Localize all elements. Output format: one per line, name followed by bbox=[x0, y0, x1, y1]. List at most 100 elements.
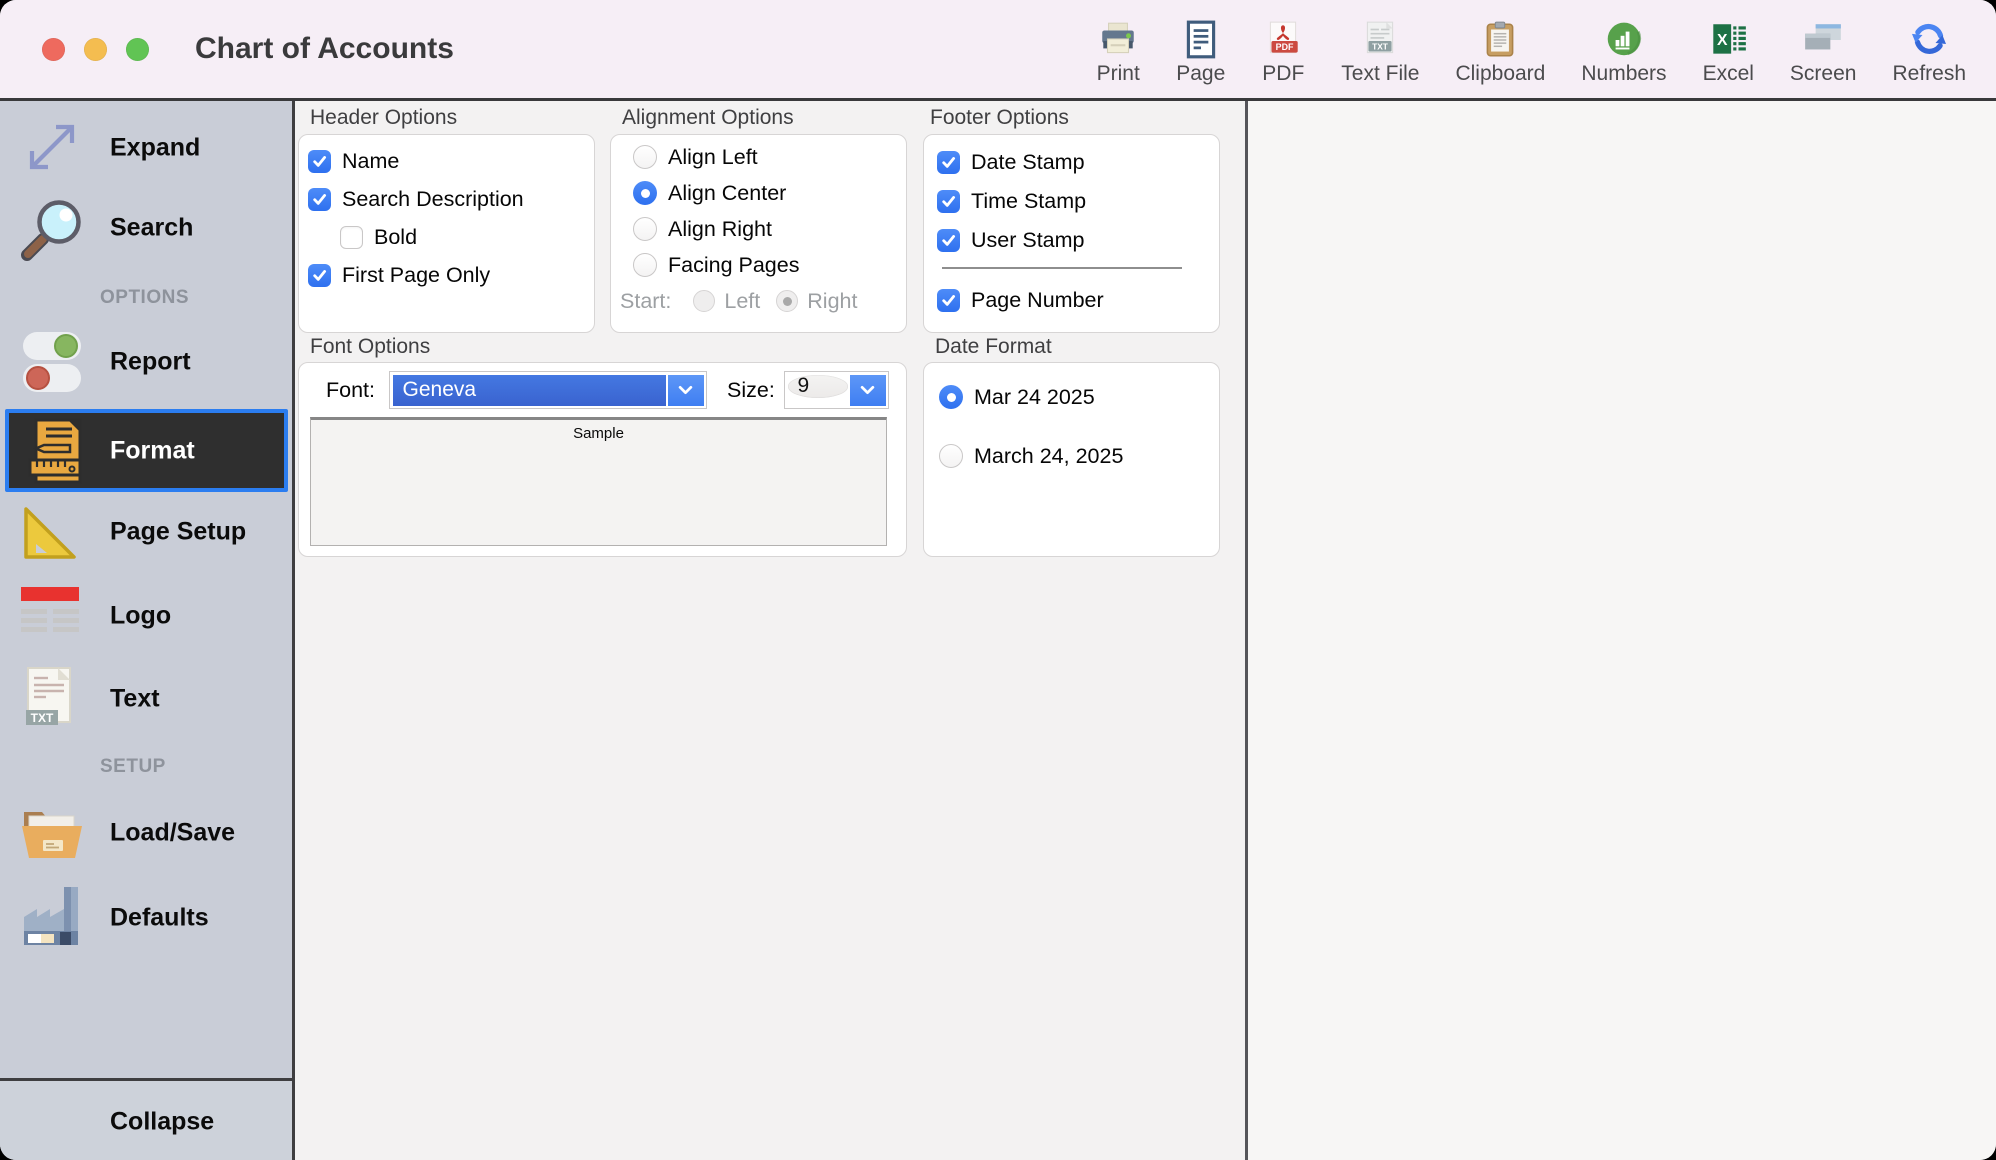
checkbox-checked[interactable] bbox=[308, 188, 331, 211]
chevron-down-icon[interactable] bbox=[668, 375, 704, 406]
sidebar-item-label: Logo bbox=[110, 602, 171, 631]
radio-selected[interactable] bbox=[633, 181, 657, 205]
radio-unselected[interactable] bbox=[633, 217, 657, 241]
start-option-label: Right bbox=[807, 289, 857, 314]
sidebar-section-header-setup: SETUP bbox=[100, 756, 166, 778]
footer-divider bbox=[942, 267, 1182, 269]
radio-row-align-center: Align Center bbox=[611, 175, 906, 211]
radio-label: Facing Pages bbox=[668, 253, 799, 278]
toolbar-button-refresh[interactable]: Refresh bbox=[1892, 19, 1966, 86]
checkbox-row-time-stamp: Time Stamp bbox=[924, 182, 1219, 221]
toolbar-button-textfile[interactable]: TXTText File bbox=[1341, 19, 1419, 86]
size-select[interactable]: 9 bbox=[784, 371, 889, 409]
start-option-left: Left bbox=[693, 289, 760, 314]
sidebar-item-label: Collapse bbox=[110, 1108, 214, 1137]
checkbox-row-page-number: Page Number bbox=[924, 281, 1219, 320]
checkbox-checked[interactable] bbox=[937, 151, 960, 174]
refresh-icon bbox=[1907, 19, 1951, 61]
radio-selected[interactable] bbox=[939, 385, 963, 409]
svg-text:X: X bbox=[1717, 32, 1728, 49]
font-sample-preview: Sample bbox=[310, 417, 887, 546]
window-title: Chart of Accounts bbox=[195, 32, 454, 66]
radio-row-march-24-2025: March 24, 2025 bbox=[924, 436, 1219, 476]
checkbox-checked[interactable] bbox=[937, 190, 960, 213]
toolbar-button-label: Refresh bbox=[1892, 62, 1966, 86]
radio-label: March 24, 2025 bbox=[974, 444, 1123, 469]
checkbox-label: Time Stamp bbox=[971, 189, 1086, 214]
font-select-value: Geneva bbox=[393, 375, 667, 406]
checkbox-checked[interactable] bbox=[308, 150, 331, 173]
sidebar-item-collapse[interactable]: Collapse bbox=[0, 1078, 292, 1160]
date-format-panel: Mar 24 2025 March 24, 2025 bbox=[923, 362, 1220, 557]
start-label: Start: bbox=[620, 289, 671, 314]
sidebar-section-header-options: OPTIONS bbox=[100, 287, 189, 309]
font-select[interactable]: Geneva bbox=[389, 371, 707, 409]
start-option-right: Right bbox=[776, 289, 857, 314]
font-options-panel: Font: Geneva Size: 9 Sample bbox=[298, 362, 907, 557]
format-document-icon bbox=[22, 418, 94, 484]
sidebar-item-search[interactable]: Search bbox=[0, 193, 292, 263]
report-preview-pane bbox=[1245, 101, 1996, 1160]
zoom-window-button[interactable] bbox=[126, 38, 149, 61]
radio-label: Align Left bbox=[668, 145, 758, 170]
toolbar-button-pdf[interactable]: PDF PDF bbox=[1261, 19, 1305, 86]
radio-disabled[interactable] bbox=[693, 290, 715, 312]
sidebar-item-label: Format bbox=[110, 436, 195, 465]
traffic-lights bbox=[0, 38, 149, 61]
toolbar-button-label: Print bbox=[1097, 62, 1140, 86]
footer-checkbox-list: Date StampTime StampUser Stamp bbox=[924, 143, 1219, 260]
screen-icon bbox=[1801, 19, 1845, 61]
toolbar-button-label: Screen bbox=[1790, 62, 1857, 86]
toolbar-button-excel[interactable]: X Excel bbox=[1703, 19, 1754, 86]
sidebar-item-defaults[interactable]: Defaults bbox=[0, 884, 292, 952]
radio-label: Mar 24 2025 bbox=[974, 385, 1095, 410]
group-label-alignment-options: Alignment Options bbox=[622, 106, 794, 130]
chevron-down-icon[interactable] bbox=[850, 375, 886, 406]
radio-disabled-selected[interactable] bbox=[776, 290, 798, 312]
page-icon bbox=[1179, 19, 1223, 61]
checkbox-checked[interactable] bbox=[937, 229, 960, 252]
sidebar-item-logo[interactable]: Logo bbox=[0, 584, 292, 648]
svg-text:TXT: TXT bbox=[1372, 41, 1389, 51]
sidebar-item-pagesetup[interactable]: Page Setup bbox=[0, 497, 292, 567]
checkbox-label: First Page Only bbox=[342, 263, 490, 288]
close-window-button[interactable] bbox=[42, 38, 65, 61]
sidebar-item-report[interactable]: Report bbox=[0, 329, 292, 395]
radio-row-mar-24-2025: Mar 24 2025 bbox=[924, 377, 1219, 417]
radio-unselected[interactable] bbox=[633, 145, 657, 169]
radio-label: Align Center bbox=[668, 181, 786, 206]
sidebar-item-label: Defaults bbox=[110, 904, 209, 933]
checkbox-checked[interactable] bbox=[937, 289, 960, 312]
logo-layout-icon bbox=[16, 583, 88, 649]
radio-unselected[interactable] bbox=[939, 444, 963, 468]
toolbar-button-screen[interactable]: Screen bbox=[1790, 19, 1857, 86]
sidebar-item-text[interactable]: TXTText bbox=[0, 664, 292, 734]
group-label-font-options: Font Options bbox=[310, 335, 430, 359]
print-icon bbox=[1096, 19, 1140, 61]
triangle-ruler-icon bbox=[16, 499, 88, 565]
sidebar-item-label: Page Setup bbox=[110, 518, 246, 547]
toolbar-button-label: PDF bbox=[1262, 62, 1304, 86]
toolbar-button-print[interactable]: Print bbox=[1096, 19, 1140, 86]
checkbox-unchecked[interactable] bbox=[340, 226, 363, 249]
radio-unselected[interactable] bbox=[633, 253, 657, 277]
toolbar-button-label: Excel bbox=[1703, 62, 1754, 86]
sidebar-item-expand[interactable]: Expand bbox=[0, 113, 292, 183]
sidebar-item-loadsave[interactable]: Load/Save bbox=[0, 800, 292, 866]
sidebar-item-format[interactable]: Format bbox=[5, 409, 288, 492]
toolbar-button-numbers[interactable]: Numbers bbox=[1581, 19, 1666, 86]
toolbar-button-label: Numbers bbox=[1581, 62, 1666, 86]
checkbox-checked[interactable] bbox=[308, 264, 331, 287]
checkbox-label: Page Number bbox=[971, 288, 1104, 313]
svg-text:PDF: PDF bbox=[1276, 42, 1294, 52]
radio-label: Align Right bbox=[668, 217, 772, 242]
sidebar-item-label: Report bbox=[110, 348, 191, 377]
toolbar-button-clipboard[interactable]: Clipboard bbox=[1455, 19, 1545, 86]
minimize-window-button[interactable] bbox=[84, 38, 107, 61]
toolbar-button-page[interactable]: Page bbox=[1176, 19, 1225, 86]
app-window: Chart of Accounts PrintPagePDFPDFTXTText… bbox=[0, 0, 1996, 1160]
search-icon bbox=[16, 195, 88, 261]
factory-icon bbox=[16, 885, 88, 951]
sidebar-item-label: Text bbox=[110, 685, 160, 714]
main-area: Collapse Expand Search OPTIONS Report Format… bbox=[0, 101, 1996, 1160]
